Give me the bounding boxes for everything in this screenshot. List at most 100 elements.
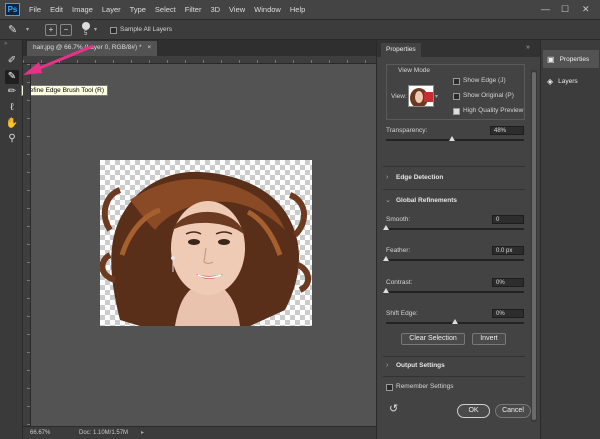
menu-view[interactable]: View <box>229 5 245 14</box>
divider <box>383 376 525 377</box>
close-tab-icon[interactable]: × <box>147 44 151 51</box>
menu-window[interactable]: Window <box>254 5 281 14</box>
erase-refinements-icon[interactable]: − <box>60 24 72 36</box>
vertical-ruler <box>23 64 31 426</box>
remember-settings-label: Remember Settings <box>396 383 454 390</box>
menu-select[interactable]: Select <box>155 5 176 14</box>
view-thumbnail-image <box>410 88 433 106</box>
expand-detection-icon[interactable]: + <box>45 24 57 36</box>
options-bar: ✎ ▾ + − 5 ▾ Sample All Layers <box>0 19 600 40</box>
refine-brush-preset-icon[interactable]: ✎ <box>8 23 17 36</box>
transparency-field[interactable]: 48% <box>490 126 524 135</box>
brush-size-value: 5 <box>84 31 88 37</box>
document-size: Doc: 1.10M/1.57M <box>79 430 129 436</box>
panel-header: Properties » <box>377 40 541 57</box>
chevron-down-icon[interactable]: ▾ <box>26 26 29 33</box>
shift-edge-field[interactable]: 0% <box>492 309 524 318</box>
menu-help[interactable]: Help <box>290 5 305 14</box>
invert-button[interactable]: Invert <box>472 333 506 345</box>
chevron-right-icon[interactable]: › <box>386 174 388 181</box>
feather-field[interactable]: 0.0 px <box>492 246 524 255</box>
smooth-slider-knob[interactable] <box>383 225 389 230</box>
brush-tool-icon[interactable]: ✏ <box>5 85 19 99</box>
hand-tool-icon[interactable]: ✋ <box>5 117 19 131</box>
show-original-label: Show Original (P) <box>463 92 514 99</box>
brush-size-icon[interactable] <box>82 22 90 30</box>
panel-dock: ▣ Properties ◈ Layers <box>540 40 600 439</box>
menu-type[interactable]: Type <box>130 5 146 14</box>
show-original-checkbox[interactable] <box>453 93 460 100</box>
view-label: View: <box>391 93 407 100</box>
feather-label: Feather: <box>386 247 411 254</box>
properties-tab[interactable]: Properties <box>381 43 421 57</box>
menu-image[interactable]: Image <box>72 5 93 14</box>
smooth-field[interactable]: 0 <box>492 215 524 224</box>
contrast-field[interactable]: 0% <box>492 278 524 287</box>
contrast-label: Contrast: <box>386 279 413 286</box>
sample-all-layers-checkbox[interactable] <box>110 27 117 34</box>
status-bar: 66.67% Doc: 1.10M/1.57M ▸ <box>23 426 376 439</box>
chevron-down-icon[interactable]: ▾ <box>435 93 438 100</box>
properties-panel: Properties » View Mode View: ▾ Show Edge… <box>376 40 541 439</box>
ok-button[interactable]: OK <box>457 404 490 418</box>
tool-tooltip: Refine Edge Brush Tool (R) <box>21 85 109 96</box>
menu-bar: Ps File Edit Image Layer Type Select Fil… <box>0 0 600 19</box>
document-canvas[interactable] <box>100 160 312 326</box>
lasso-tool-icon[interactable]: ℓ <box>5 101 19 115</box>
divider <box>383 166 525 167</box>
global-refinements-heading[interactable]: Global Refinements <box>396 197 457 204</box>
portrait-photo <box>100 171 311 326</box>
collapse-toolbar-icon[interactable]: » <box>4 41 7 47</box>
status-menu-icon[interactable]: ▸ <box>141 429 144 436</box>
reset-icon[interactable]: ↺ <box>389 402 398 415</box>
dock-properties-label: Properties <box>559 55 590 63</box>
divider <box>383 189 525 190</box>
scroll-thumb[interactable] <box>532 72 536 420</box>
dock-layers[interactable]: ◈ Layers <box>543 72 599 90</box>
pink-arrow-annotation <box>23 44 94 75</box>
menu-edit[interactable]: Edit <box>50 5 63 14</box>
smooth-label: Smooth: <box>386 216 411 223</box>
feather-slider[interactable] <box>386 259 524 261</box>
divider <box>383 356 525 357</box>
clear-selection-button[interactable]: Clear Selection <box>401 333 465 345</box>
tools-panel: » ✐ ✎ ✏ ℓ ✋ ⚲ <box>0 40 23 439</box>
edge-detection-heading[interactable]: Edge Detection <box>396 174 443 181</box>
restore-button[interactable]: ☐ <box>561 4 569 15</box>
dock-layers-label: Layers <box>558 77 578 85</box>
collapse-panel-icon[interactable]: » <box>526 44 530 51</box>
smooth-slider[interactable] <box>386 228 524 230</box>
feather-slider-knob[interactable] <box>383 256 389 261</box>
chevron-down-icon[interactable]: ⌄ <box>385 196 391 204</box>
shift-edge-label: Shift Edge: <box>386 310 418 317</box>
menu-file[interactable]: File <box>29 5 41 14</box>
output-settings-heading[interactable]: Output Settings <box>396 362 445 369</box>
contrast-slider[interactable] <box>386 291 524 293</box>
high-quality-checkbox[interactable] <box>453 108 460 115</box>
transparency-label: Transparency: <box>386 127 428 134</box>
chevron-down-icon[interactable]: ▾ <box>94 26 97 33</box>
menu-layer[interactable]: Layer <box>102 5 121 14</box>
zoom-tool-icon[interactable]: ⚲ <box>5 132 19 146</box>
close-window-button[interactable]: ✕ <box>582 4 590 15</box>
menu-3d[interactable]: 3D <box>210 5 220 14</box>
minimize-button[interactable]: — <box>541 4 550 14</box>
zoom-level[interactable]: 66.67% <box>30 430 50 436</box>
shift-edge-slider-knob[interactable] <box>452 319 458 324</box>
properties-icon: ▣ <box>547 54 555 64</box>
photoshop-logo: Ps <box>5 3 20 16</box>
layers-icon: ◈ <box>547 76 554 86</box>
menu-filter[interactable]: Filter <box>185 5 202 14</box>
show-edge-checkbox[interactable] <box>453 78 460 85</box>
high-quality-label: High Quality Preview <box>463 107 524 114</box>
chevron-right-icon[interactable]: › <box>386 362 388 369</box>
view-mode-thumbnail[interactable] <box>408 85 434 107</box>
show-edge-label: Show Edge (J) <box>463 77 506 84</box>
transparency-slider-knob[interactable] <box>449 136 456 141</box>
remember-settings-checkbox[interactable] <box>386 384 393 391</box>
view-mode-heading: View Mode <box>398 67 431 74</box>
contrast-slider-knob[interactable] <box>383 288 389 293</box>
cancel-button[interactable]: Cancel <box>495 404 531 418</box>
sample-all-layers-label: Sample All Layers <box>120 26 173 33</box>
dock-properties[interactable]: ▣ Properties <box>543 50 599 68</box>
